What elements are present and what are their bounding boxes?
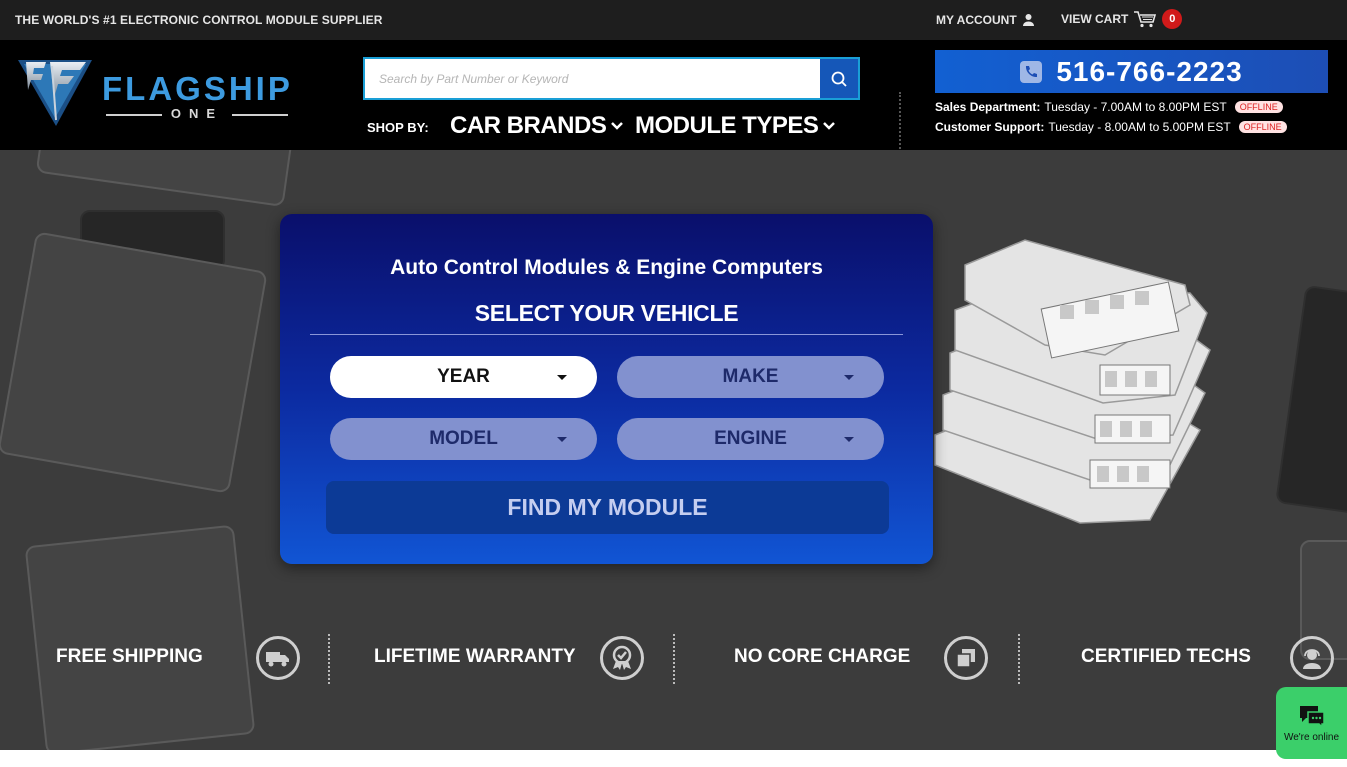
tagline: THE WORLD'S #1 ELECTRONIC CONTROL MODULE… (15, 13, 383, 27)
status-badge: OFFLINE (1238, 121, 1287, 133)
phone-number: 516-766-2223 (1056, 55, 1243, 87)
search-input[interactable] (365, 59, 820, 98)
background-connector-image (1275, 284, 1347, 516)
status-badge: OFFLINE (1234, 101, 1283, 113)
cart-count-badge: 0 (1162, 9, 1183, 29)
sales-hours: Sales Department: Tuesday - 7.00AM to 8.… (935, 100, 1283, 114)
chat-bubble-icon (1299, 705, 1325, 728)
background-module-image (0, 231, 268, 494)
car-brands-label: CAR BRANDS (450, 112, 607, 139)
engine-select[interactable]: ENGINE (617, 418, 884, 460)
truck-icon (256, 636, 300, 680)
support-hours: Customer Support: Tuesday - 8.00AM to 5.… (935, 120, 1287, 134)
caret-down-icon (557, 437, 567, 442)
chat-status-label: We're online (1283, 731, 1340, 743)
module-types-label: MODULE TYPES (635, 112, 819, 139)
model-select-label: MODEL (429, 428, 498, 449)
logo-subtext: ONE (102, 106, 292, 121)
sales-dept-time: Tuesday - 7.00AM to 8.00PM EST (1044, 100, 1227, 114)
module-types-dropdown[interactable]: MODULE TYPES (635, 112, 836, 140)
chevron-down-icon (611, 122, 624, 130)
engine-select-label: ENGINE (714, 428, 787, 449)
phone-button[interactable]: 516-766-2223 (935, 50, 1328, 93)
feature-label: LIFETIME WARRANTY (374, 646, 576, 667)
background-module-image (35, 150, 295, 208)
feature-no-core-charge: NO CORE CHARGE (734, 622, 910, 692)
hero-section: Auto Control Modules & Engine Computers … (0, 150, 1347, 750)
site-header: FLAGSHIP ONE SHOP BY: CAR BRANDS MODULE … (0, 40, 1347, 180)
caret-down-icon (844, 375, 854, 380)
view-cart-link[interactable]: VIEW CART 0 (1061, 9, 1183, 29)
logo-emblem-icon (18, 60, 92, 126)
make-select-label: MAKE (722, 366, 779, 387)
feature-divider (328, 634, 330, 684)
feature-label: NO CORE CHARGE (734, 646, 911, 667)
feature-divider (673, 634, 675, 684)
feature-label: CERTIFIED TECHS (1081, 646, 1251, 667)
car-brands-dropdown[interactable]: CAR BRANDS (450, 112, 624, 140)
year-select-label: YEAR (437, 366, 490, 387)
year-select[interactable]: YEAR (330, 356, 597, 398)
caret-down-icon (844, 437, 854, 442)
chevron-down-icon (823, 122, 836, 130)
shop-by-label: SHOP BY: (367, 120, 429, 135)
feature-lifetime-warranty: LIFETIME WARRANTY (374, 622, 576, 692)
user-icon (1022, 14, 1034, 26)
cart-icon (1134, 11, 1157, 28)
find-my-module-button[interactable]: FIND MY MODULE (326, 481, 889, 534)
finder-subtitle: SELECT YOUR VEHICLE (474, 300, 739, 326)
copy-icon (944, 636, 988, 680)
search-button[interactable] (820, 59, 858, 98)
support-dept-time: Tuesday - 8.00AM to 5.00PM EST (1048, 120, 1231, 134)
ecm-stack-image (934, 239, 1211, 524)
search-icon (831, 71, 847, 87)
feature-certified-techs: CERTIFIED TECHS (1081, 622, 1251, 692)
finder-title: Auto Control Modules & Engine Computers (390, 256, 823, 279)
feature-label: FREE SHIPPING (56, 646, 203, 667)
award-icon (600, 636, 644, 680)
caret-down-icon (557, 375, 567, 380)
my-account-label: MY ACCOUNT (936, 13, 1017, 27)
feature-free-shipping: FREE SHIPPING (56, 622, 203, 692)
finder-divider (310, 334, 903, 335)
model-select[interactable]: MODEL (330, 418, 597, 460)
view-cart-label: VIEW CART (1061, 12, 1129, 26)
top-bar: THE WORLD'S #1 ELECTRONIC CONTROL MODULE… (0, 0, 1347, 40)
make-select[interactable]: MAKE (617, 356, 884, 398)
phone-icon (1020, 60, 1043, 83)
flagship-one-logo[interactable]: FLAGSHIP ONE (16, 58, 296, 128)
features-row: FREE SHIPPING LIFETIME WARRANTY NO CORE … (0, 622, 1347, 692)
support-dept-label: Customer Support: (935, 120, 1045, 134)
live-chat-widget[interactable]: We're online (1276, 687, 1347, 759)
feature-divider (1018, 634, 1020, 684)
technician-icon (1290, 636, 1334, 680)
my-account-link[interactable]: MY ACCOUNT (936, 13, 1034, 27)
search-bar (363, 57, 860, 100)
logo-wordmark: FLAGSHIP (102, 70, 293, 107)
sales-dept-label: Sales Department: (935, 100, 1041, 114)
vehicle-finder-panel: Auto Control Modules & Engine Computers … (280, 214, 933, 564)
